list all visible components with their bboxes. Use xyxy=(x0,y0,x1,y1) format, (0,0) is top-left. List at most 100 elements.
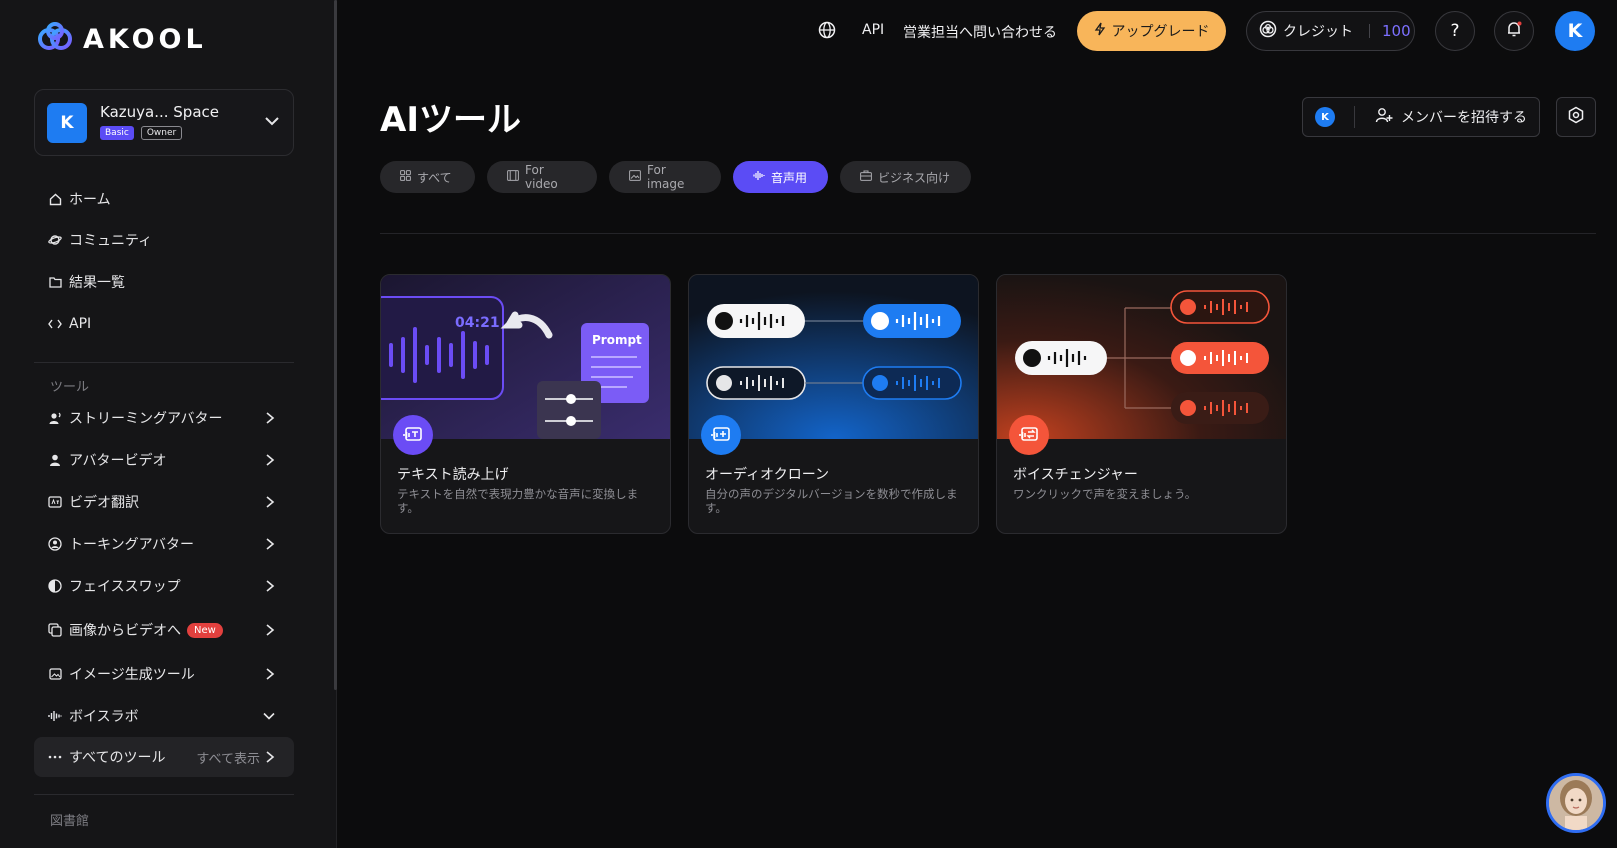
briefcase-icon xyxy=(860,170,872,184)
chevron-right-icon xyxy=(264,667,276,685)
app-root: AKOOL K Kazuya... Space Basic Owner ホーム … xyxy=(0,0,1617,848)
card-title: テキスト読み上げ xyxy=(397,467,509,483)
sidebar-divider xyxy=(34,362,294,363)
face-swap-icon xyxy=(48,579,62,593)
waveform-icon xyxy=(753,170,765,184)
sidebar-item-streaming-avatar[interactable]: ストリーミングアバター xyxy=(34,400,294,436)
tab-for-video[interactable]: For video xyxy=(487,161,597,193)
nav-label: コミュニティ xyxy=(69,233,153,249)
member-avatar: K xyxy=(1315,107,1335,127)
tool-card-voice-changer[interactable]: ボイスチェンジャー ワンクリックで声を変えましょう。 xyxy=(996,274,1287,534)
api-link[interactable]: API xyxy=(862,22,884,38)
voice-changer-illustration xyxy=(997,275,1286,439)
sidebar-item-image-generator[interactable]: イメージ生成ツール xyxy=(34,656,294,692)
globe-icon[interactable] xyxy=(818,21,836,43)
voice-changer-icon xyxy=(1009,415,1049,455)
tab-label: すべて xyxy=(417,170,452,185)
tools-section-label: ツール xyxy=(50,380,90,395)
art-timer: 04:21 xyxy=(455,315,500,331)
category-tabs: すべて For video For image 音声用 ビジネス向け xyxy=(380,161,971,193)
audio-clone-icon xyxy=(701,415,741,455)
bell-icon xyxy=(1505,20,1523,43)
add-user-icon xyxy=(1375,106,1393,128)
credits-display[interactable]: クレジット 100 xyxy=(1246,11,1415,51)
chevron-down-icon xyxy=(263,112,281,134)
nav-label: ホーム xyxy=(69,192,111,208)
credits-label: クレジット xyxy=(1283,24,1353,40)
help-button[interactable]: ? xyxy=(1435,11,1475,51)
sidebar-item-video-translate[interactable]: ビデオ翻訳 xyxy=(34,484,294,520)
chevron-down-icon xyxy=(262,709,276,727)
more-dots-icon xyxy=(48,750,62,764)
sidebar-item-face-swap[interactable]: フェイススワップ xyxy=(34,568,294,604)
sidebar-item-label: 画像からビデオへ xyxy=(69,623,181,639)
gear-icon xyxy=(1567,106,1585,128)
chevron-right-icon xyxy=(264,537,276,555)
translate-icon xyxy=(48,495,62,509)
code-icon xyxy=(48,317,62,331)
sidebar-item-label: イメージ生成ツール xyxy=(69,667,195,683)
chevron-right-icon xyxy=(264,750,276,768)
tab-voice[interactable]: 音声用 xyxy=(733,161,828,193)
workspace-name: Kazuya... Space xyxy=(100,103,219,121)
sidebar-item-image-to-video[interactable]: 画像からビデオへ New xyxy=(34,612,294,648)
user-avatar[interactable]: K xyxy=(1555,11,1595,51)
tab-business[interactable]: ビジネス向け xyxy=(840,161,971,193)
nav-item-home[interactable]: ホーム xyxy=(34,181,294,217)
grid-icon xyxy=(400,170,411,184)
sidebar-scrollbar[interactable] xyxy=(334,0,337,690)
credits-value: 100 xyxy=(1382,22,1411,40)
nav-item-api[interactable]: API xyxy=(34,306,294,342)
film-icon xyxy=(507,170,519,184)
text-to-speech-illustration xyxy=(381,275,670,439)
home-icon xyxy=(48,192,62,206)
contact-sales-link[interactable]: 営業担当へ問い合わせる xyxy=(903,22,1057,42)
planet-icon xyxy=(48,233,62,247)
sidebar-divider xyxy=(34,794,294,795)
sidebar-item-label: ビデオ翻訳 xyxy=(69,495,139,511)
art-prompt-label: Prompt xyxy=(592,333,642,347)
card-title: オーディオクローン xyxy=(705,467,830,483)
sidebar-item-talking-avatar[interactable]: トーキングアバター xyxy=(34,526,294,562)
image-icon xyxy=(629,170,641,184)
see-all-link[interactable]: すべて表示 xyxy=(196,748,260,767)
sidebar-item-avatar-video[interactable]: アバタービデオ xyxy=(34,442,294,478)
tab-all[interactable]: すべて xyxy=(380,161,475,193)
assistant-avatar-icon xyxy=(1549,776,1603,830)
image-to-video-icon xyxy=(48,623,62,637)
card-description: ワンクリックで声を変えましょう。 xyxy=(1013,487,1197,501)
tab-label: For image xyxy=(647,163,685,191)
credits-icon xyxy=(1259,20,1277,42)
page-title: AIツール xyxy=(380,100,521,140)
notifications-button[interactable] xyxy=(1494,11,1534,51)
nav-item-results[interactable]: 結果一覧 xyxy=(34,264,294,300)
invite-separator xyxy=(1354,106,1355,128)
all-tools-button[interactable]: すべてのツール すべて表示 xyxy=(34,737,294,777)
card-description: テキストを自然で表現力豊かな音声に変換します。 xyxy=(397,487,639,515)
settings-button[interactable] xyxy=(1556,97,1596,137)
invite-members-button[interactable]: K メンバーを招待する xyxy=(1302,97,1540,137)
chevron-right-icon xyxy=(264,411,276,429)
sidebar-item-label: フェイススワップ xyxy=(69,579,181,595)
chevron-right-icon xyxy=(264,579,276,597)
akool-logo[interactable]: AKOOL xyxy=(37,22,207,56)
nav-item-community[interactable]: コミュニティ xyxy=(34,222,294,258)
workspace-switcher[interactable]: K Kazuya... Space Basic Owner xyxy=(34,89,294,156)
chevron-right-icon xyxy=(264,623,276,641)
waveform-icon xyxy=(48,709,62,723)
all-tools-label: すべてのツール xyxy=(69,750,166,766)
tab-for-image[interactable]: For image xyxy=(609,161,721,193)
sidebar-item-voice-lab[interactable]: ボイスラボ xyxy=(34,698,294,734)
tool-card-audio-clone[interactable]: オーディオクローン 自分の声のデジタルバージョンを数秒で作成します。 xyxy=(688,274,979,534)
logo-text: AKOOL xyxy=(83,23,207,55)
tool-card-text-to-speech[interactable]: 04:21 Prompt テキスト読み上げ テキストを自然で表現力豊かな音声に変… xyxy=(380,274,671,534)
help-icon: ? xyxy=(1450,21,1460,41)
talking-avatar-icon xyxy=(48,537,62,551)
chevron-right-icon xyxy=(264,453,276,471)
person-icon xyxy=(48,453,62,467)
card-title: ボイスチェンジャー xyxy=(1013,467,1138,483)
content-divider xyxy=(380,233,1596,234)
upgrade-button[interactable]: アップグレード xyxy=(1077,11,1226,51)
assistant-avatar-button[interactable] xyxy=(1546,773,1606,833)
card-description: 自分の声のデジタルバージョンを数秒で作成します。 xyxy=(705,487,958,515)
